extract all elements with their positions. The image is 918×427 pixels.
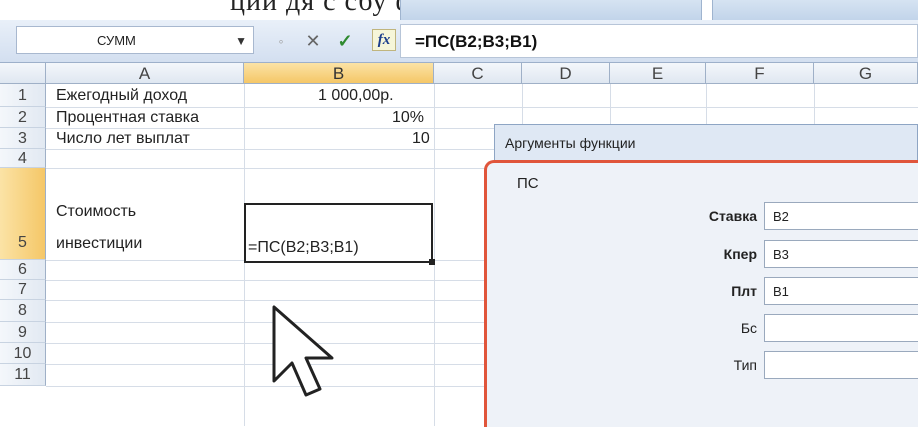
row-header-1[interactable]: 1 xyxy=(0,84,46,107)
grid-line xyxy=(46,107,918,108)
column-header-a[interactable]: A xyxy=(46,63,244,84)
arg-input-nper[interactable]: B3 xyxy=(764,240,918,268)
arg-input-rate[interactable]: B2 xyxy=(764,202,918,230)
select-all-corner[interactable] xyxy=(0,63,46,84)
insert-function-button[interactable]: fx xyxy=(372,29,396,51)
cell-a2[interactable]: Процентная ставка xyxy=(56,109,199,127)
cell-b1[interactable]: 1 000,00р. xyxy=(318,87,394,105)
column-header-b[interactable]: B xyxy=(244,63,434,84)
ribbon-tab-fragment xyxy=(712,0,918,20)
row-header-2[interactable]: 2 xyxy=(0,107,46,128)
dialog-body: ПС Ставка B2 Кпер B3 Плт B1 Бс Тип xyxy=(484,160,918,427)
arg-label-rate: Ставка xyxy=(708,208,757,224)
arg-value-nper: B3 xyxy=(773,247,789,262)
row-header-5[interactable]: 5 xyxy=(0,168,46,260)
dialog-title: Аргументы функции xyxy=(505,135,636,151)
column-header-d[interactable]: D xyxy=(522,63,610,84)
arg-value-rate: B2 xyxy=(773,209,789,224)
row-header-4[interactable]: 4 xyxy=(0,149,46,168)
cancel-icon[interactable]: ✕ xyxy=(302,30,324,52)
formula-input[interactable]: =ПС(B2;B3;B1) xyxy=(400,24,918,58)
fx-icon: fx xyxy=(377,32,391,48)
grid-line xyxy=(434,84,435,426)
column-header-g[interactable]: G xyxy=(814,63,918,84)
function-name: ПС xyxy=(517,175,539,192)
scroll-icon: ◦ xyxy=(278,33,284,49)
column-header-e[interactable]: E xyxy=(610,63,706,84)
row-header-3[interactable]: 3 xyxy=(0,128,46,149)
row-header-7[interactable]: 7 xyxy=(0,280,46,300)
arg-value-pmt: B1 xyxy=(773,284,789,299)
cell-a5-line1[interactable]: Стоимость xyxy=(56,203,136,221)
enter-check-icon[interactable]: ✓ xyxy=(334,30,356,52)
mouse-pointer-icon xyxy=(272,305,334,397)
row-header-8[interactable]: 8 xyxy=(0,300,46,322)
row-header-9[interactable]: 9 xyxy=(0,322,46,343)
arg-input-pmt[interactable]: B1 xyxy=(764,277,918,305)
column-header-f[interactable]: F xyxy=(706,63,814,84)
column-header-c[interactable]: C xyxy=(434,63,522,84)
cell-b3[interactable]: 10 xyxy=(412,130,430,148)
formula-text: =ПС(B2;B3;B1) xyxy=(415,32,538,51)
arg-input-type[interactable] xyxy=(764,351,918,379)
chevron-down-icon[interactable]: ▼ xyxy=(235,34,247,48)
caption-strip: ции дя с сбу фун ции д (урис ) xyxy=(0,0,918,20)
row-header-11[interactable]: 11 xyxy=(0,364,46,386)
cell-b2[interactable]: 10% xyxy=(392,109,424,127)
ribbon-tab-fragment xyxy=(400,0,702,20)
formula-bar: СУММ ▼ ◦ ✕ ✓ fx =ПС(B2;B3;B1) xyxy=(0,20,918,63)
arg-label-type: Тип xyxy=(733,357,757,373)
function-arguments-dialog: Аргументы функции ПС Ставка B2 Кпер B3 П… xyxy=(484,124,918,427)
active-cell-b5[interactable]: =ПС(B2;B3;B1) xyxy=(244,203,435,265)
cell-a3[interactable]: Число лет выплат xyxy=(56,130,190,148)
row-header-6[interactable]: 6 xyxy=(0,260,46,280)
cell-b5: =ПС(B2;B3;B1) xyxy=(248,239,359,256)
cell-a5-line2[interactable]: инвестиции xyxy=(56,235,142,253)
arg-input-fv[interactable] xyxy=(764,314,918,342)
name-box-value: СУММ xyxy=(97,33,136,48)
arg-label-nper: Кпер xyxy=(723,246,757,262)
row-header-10[interactable]: 10 xyxy=(0,343,46,364)
fill-handle[interactable] xyxy=(429,259,435,265)
arg-label-fv: Бс xyxy=(740,320,757,336)
name-box[interactable]: СУММ ▼ xyxy=(16,26,254,54)
arg-label-pmt: Плт xyxy=(731,283,757,299)
cell-a1[interactable]: Ежегодный доход xyxy=(56,87,187,105)
